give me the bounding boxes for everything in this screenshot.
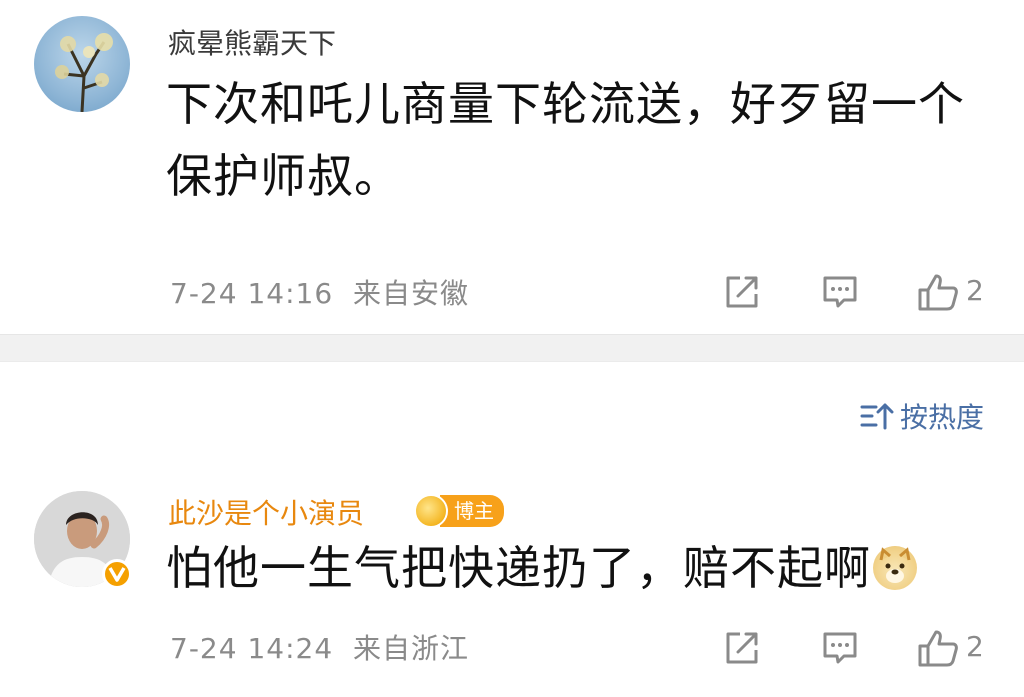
sort-icon xyxy=(860,403,894,430)
badge-label: 博主 xyxy=(440,495,504,527)
timestamp: 7-24 14:16 xyxy=(170,277,334,310)
tree-sky-avatar-icon xyxy=(55,33,113,112)
comment-actions: 2 xyxy=(704,272,1024,312)
location: 来自浙江 xyxy=(353,632,470,665)
location: 来自安徽 xyxy=(353,277,470,310)
blogger-badge: 博主 xyxy=(414,494,504,528)
blogger-emblem-icon xyxy=(414,494,448,528)
comment-text: 下次和吒儿商量下轮流送，好歹留一个保护师叔。 xyxy=(166,77,965,203)
verified-v-icon xyxy=(108,567,126,582)
timestamp: 7-24 14:24 xyxy=(170,632,334,665)
username[interactable]: 疯晕熊霸天下 xyxy=(168,22,336,62)
comment-item: 疯晕熊霸天下 下次和吒儿商量下轮流送，好歹留一个保护师叔。 7-24 14:16… xyxy=(0,0,1024,334)
like-count: 2 xyxy=(966,274,984,307)
comment-body: 怕他一生气把快递扔了，赔不起啊 xyxy=(166,541,871,595)
comment-text: 怕他一生气把快递扔了，赔不起啊 xyxy=(166,532,996,604)
share-icon[interactable] xyxy=(722,272,762,312)
section-divider xyxy=(0,334,1024,362)
comment-item: 此沙是个小演员 博主 怕他一生气把快递扔了，赔不起啊 7-24 14:24 来自… xyxy=(0,470,1024,697)
sort-toggle[interactable]: 按热度 xyxy=(860,396,984,436)
like-icon[interactable] xyxy=(916,628,960,668)
comment-meta: 7-24 14:24 来自浙江 xyxy=(170,627,469,667)
share-icon[interactable] xyxy=(722,628,762,668)
comment-actions: 2 xyxy=(704,628,1024,668)
comment-meta: 7-24 14:16 来自安徽 xyxy=(170,272,469,312)
like-count: 2 xyxy=(966,630,984,663)
comment-icon[interactable] xyxy=(820,628,860,668)
comment-icon[interactable] xyxy=(820,272,860,312)
avatar[interactable] xyxy=(34,16,130,112)
username[interactable]: 此沙是个小演员 xyxy=(168,492,364,532)
like-icon[interactable] xyxy=(916,272,960,312)
avatar[interactable] xyxy=(34,491,132,589)
doge-emoji-icon xyxy=(873,546,917,590)
sort-label: 按热度 xyxy=(899,401,984,434)
verified-badge xyxy=(102,559,132,589)
